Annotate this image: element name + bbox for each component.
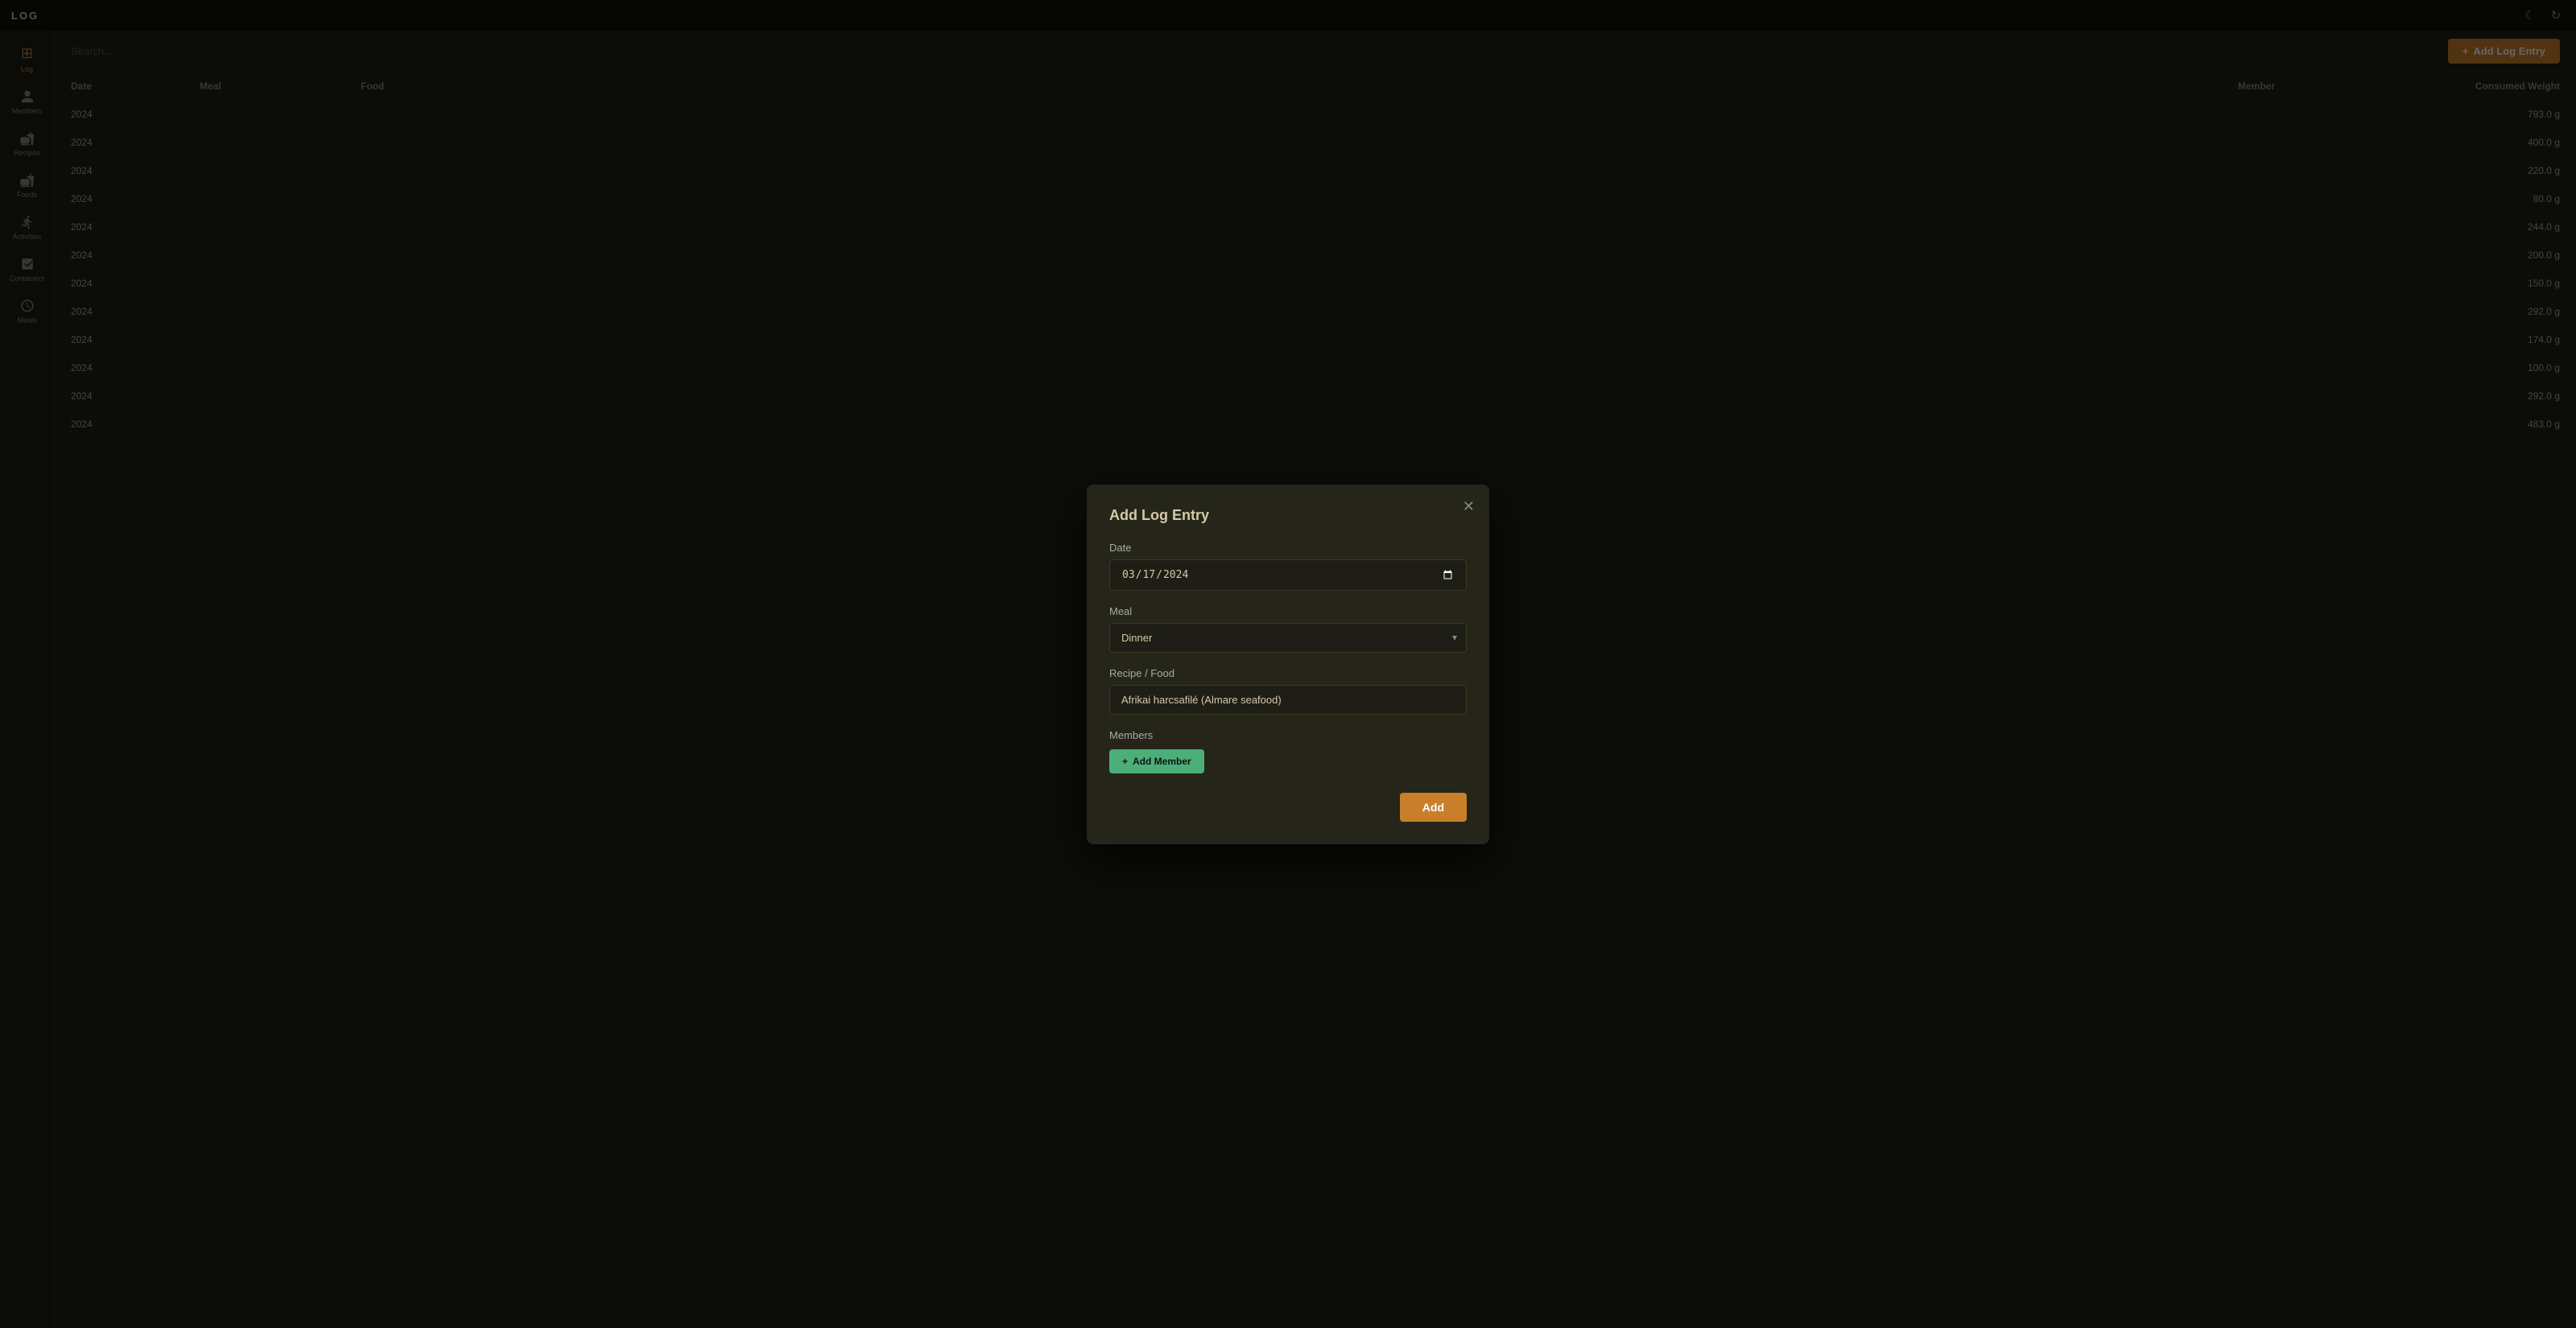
meal-select-wrapper: Breakfast Lunch Dinner Snack ▾ [1109,623,1467,653]
date-input[interactable] [1109,559,1467,591]
modal-footer: Add [1109,793,1467,822]
add-member-button[interactable]: + Add Member [1109,749,1204,773]
members-label: Members [1109,729,1467,741]
meal-form-group: Meal Breakfast Lunch Dinner Snack ▾ [1109,605,1467,653]
recipe-food-input[interactable] [1109,685,1467,715]
date-label: Date [1109,542,1467,554]
add-log-entry-modal: Add Log Entry ✕ Date Meal Breakfast Lunc… [1087,485,1489,844]
modal-add-button[interactable]: Add [1400,793,1467,822]
date-form-group: Date [1109,542,1467,591]
modal-title: Add Log Entry [1109,507,1467,524]
modal-overlay: Add Log Entry ✕ Date Meal Breakfast Lunc… [0,0,2576,1328]
plus-icon: + [1122,756,1128,767]
members-form-group: Members + Add Member [1109,729,1467,773]
recipe-food-label: Recipe / Food [1109,667,1467,679]
meal-label: Meal [1109,605,1467,617]
recipe-food-form-group: Recipe / Food [1109,667,1467,715]
modal-close-button[interactable]: ✕ [1463,499,1475,513]
meal-select[interactable]: Breakfast Lunch Dinner Snack [1109,623,1467,653]
